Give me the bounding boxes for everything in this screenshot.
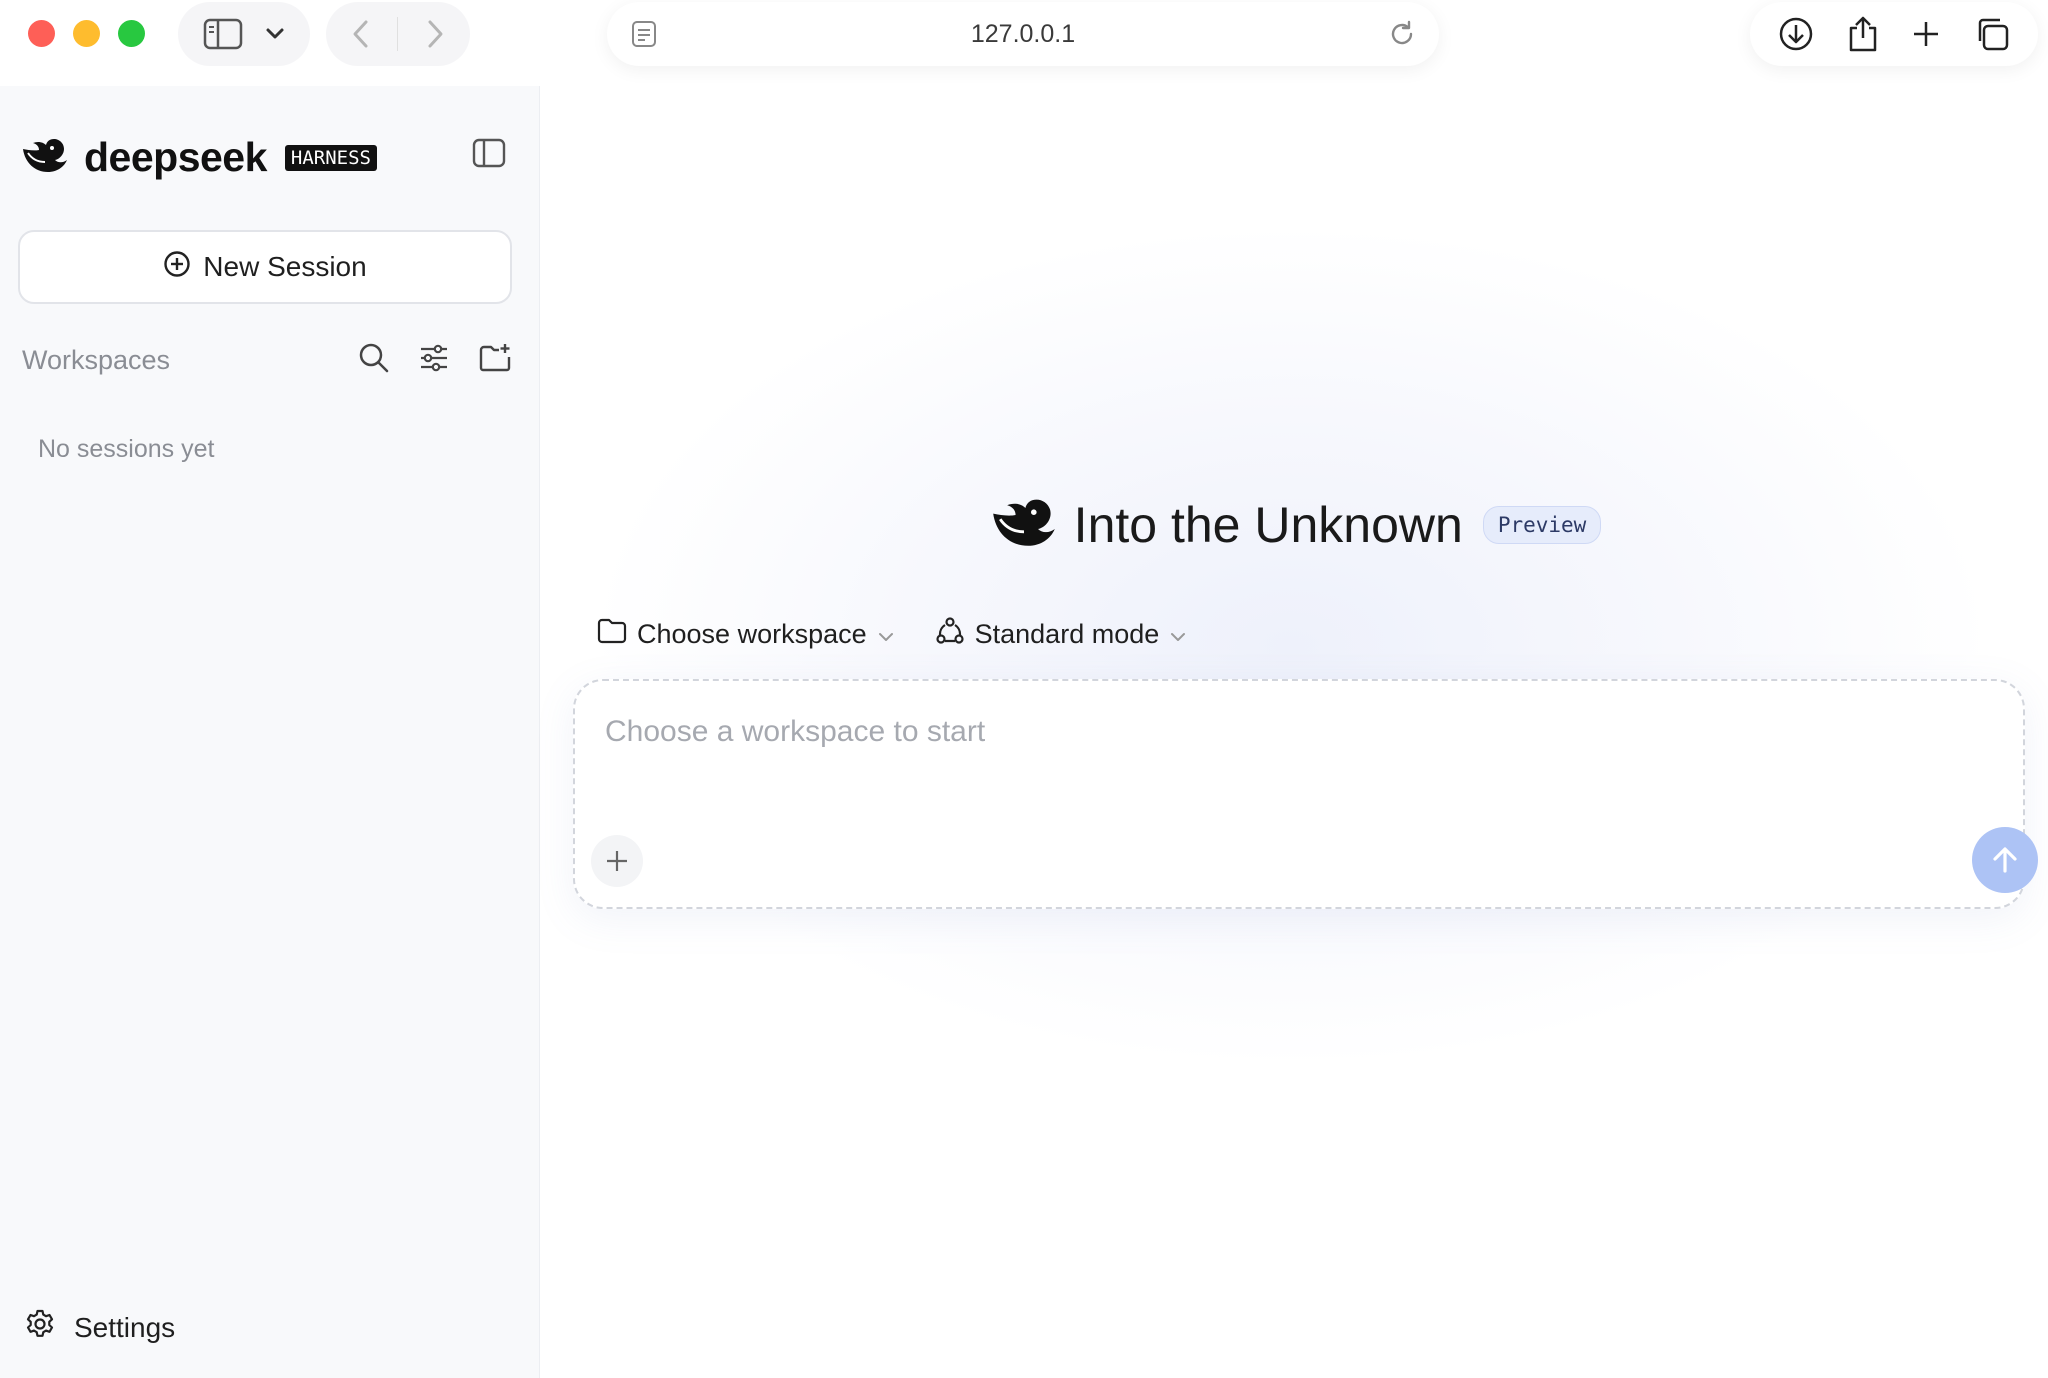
chevron-down-icon	[877, 619, 895, 650]
settings-label: Settings	[74, 1311, 176, 1343]
chevron-down-icon	[1169, 619, 1187, 650]
back-icon[interactable]	[351, 18, 371, 50]
url-text[interactable]: 127.0.0.1	[971, 20, 1075, 49]
mode-selector-label: Standard mode	[974, 619, 1160, 649]
filter-sliders-icon[interactable]	[418, 342, 450, 379]
workspaces-label: Workspaces	[22, 345, 171, 375]
add-folder-icon[interactable]	[478, 342, 512, 379]
hero-title: Into the Unknown	[1073, 496, 1463, 553]
whale-hero-icon	[988, 494, 1060, 555]
arrow-up-icon	[1993, 847, 2017, 873]
mode-selector[interactable]: Standard mode	[935, 616, 1188, 653]
workspace-selector-label: Choose workspace	[637, 619, 867, 649]
message-input[interactable]	[605, 715, 1905, 749]
new-tab-plus-icon[interactable]	[1911, 19, 1941, 49]
download-icon[interactable]	[1778, 16, 1814, 52]
new-session-label: New Session	[203, 251, 367, 282]
gear-icon	[24, 1308, 56, 1347]
browser-toolbar: 127.0.0.1	[0, 0, 2048, 86]
close-window-button[interactable]	[28, 20, 55, 47]
maximize-window-button[interactable]	[118, 20, 145, 47]
browser-actions	[1750, 2, 2038, 66]
settings-button[interactable]: Settings	[24, 1308, 175, 1347]
forward-icon[interactable]	[425, 18, 445, 50]
attach-button[interactable]	[591, 835, 643, 887]
nav-divider	[397, 17, 399, 51]
search-icon[interactable]	[358, 342, 390, 379]
address-bar[interactable]: 127.0.0.1	[607, 2, 1439, 66]
hero-heading: Into the Unknown Preview	[541, 494, 2048, 555]
brand-tag: HARNESS	[284, 144, 377, 171]
send-button[interactable]	[1972, 827, 2038, 893]
message-composer	[573, 679, 2038, 909]
plus-icon	[607, 851, 627, 871]
new-session-button[interactable]: New Session	[18, 230, 512, 304]
preview-badge: Preview	[1482, 505, 1602, 544]
main-content: Into the Unknown Preview Choose workspac…	[541, 86, 2048, 1378]
mode-nodes-icon	[935, 616, 965, 653]
workspaces-header: Workspaces	[22, 342, 512, 379]
add-circle-icon	[163, 250, 191, 285]
history-nav-group	[326, 2, 470, 66]
brand-name: deepseek	[84, 134, 267, 180]
browser-sidebar-icon[interactable]	[203, 18, 243, 50]
reload-icon[interactable]	[1389, 20, 1415, 48]
brand: deepseek HARNESS	[20, 134, 377, 181]
window-controls	[28, 20, 145, 47]
folder-icon	[597, 618, 627, 651]
composer-selectors: Choose workspace Standard mode	[597, 616, 1187, 653]
workspace-selector[interactable]: Choose workspace	[597, 618, 895, 651]
chevron-down-icon[interactable]	[265, 27, 285, 41]
minimize-window-button[interactable]	[73, 20, 100, 47]
page-menu-icon[interactable]	[631, 20, 657, 48]
sidebar-toggle-group	[178, 2, 310, 66]
tabs-overview-icon[interactable]	[1974, 16, 2010, 52]
collapse-sidebar-icon[interactable]	[472, 138, 506, 173]
workspace-tools	[358, 342, 512, 379]
share-icon[interactable]	[1847, 15, 1879, 53]
whale-logo-icon	[20, 135, 70, 180]
empty-sessions-text: No sessions yet	[38, 435, 215, 463]
sidebar: deepseek HARNESS New Session Workspaces …	[0, 86, 540, 1378]
